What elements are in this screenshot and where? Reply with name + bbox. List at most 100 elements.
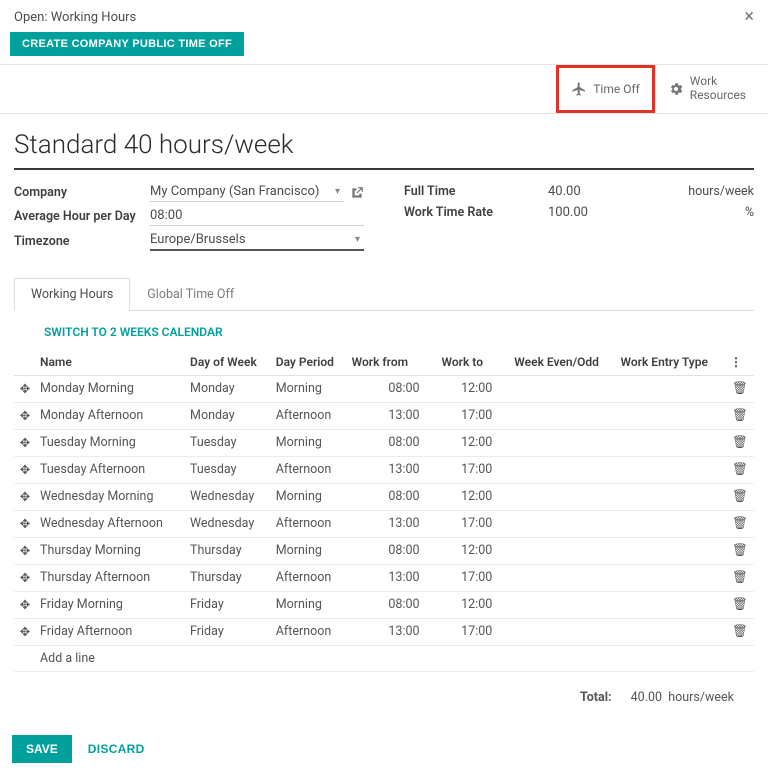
trash-icon[interactable]: 🗑	[726, 483, 754, 510]
cell-entry-type[interactable]	[617, 510, 726, 537]
cell-name[interactable]: Wednesday Afternoon	[36, 510, 186, 537]
kebab-icon[interactable]: ⋮	[726, 349, 754, 376]
cell-from[interactable]: 08:00	[348, 429, 438, 456]
cell-name[interactable]: Friday Morning	[36, 591, 186, 618]
cell-even-odd[interactable]	[510, 564, 616, 591]
timezone-field[interactable]: Europe/Brussels ▾	[150, 232, 364, 251]
cell-even-odd[interactable]	[510, 456, 616, 483]
table-row[interactable]: ✥Wednesday AfternoonWednesdayAfternoon13…	[14, 510, 754, 537]
drag-handle-icon[interactable]: ✥	[14, 537, 36, 564]
cell-name[interactable]: Monday Afternoon	[36, 402, 186, 429]
cell-even-odd[interactable]	[510, 429, 616, 456]
col-period[interactable]: Day Period	[272, 349, 348, 376]
col-name[interactable]: Name	[36, 349, 186, 376]
cell-period[interactable]: Afternoon	[272, 456, 348, 483]
drag-handle-icon[interactable]: ✥	[14, 429, 36, 456]
cell-period[interactable]: Morning	[272, 537, 348, 564]
trash-icon[interactable]: 🗑	[726, 375, 754, 402]
company-field[interactable]: My Company (San Francisco) ▾	[150, 184, 344, 202]
col-entry-type[interactable]: Work Entry Type	[617, 349, 726, 376]
cell-from[interactable]: 13:00	[348, 456, 438, 483]
cell-from[interactable]: 08:00	[348, 375, 438, 402]
cell-from[interactable]: 08:00	[348, 483, 438, 510]
cell-dow[interactable]: Thursday	[186, 564, 272, 591]
cell-name[interactable]: Monday Morning	[36, 375, 186, 402]
cell-entry-type[interactable]	[617, 564, 726, 591]
drag-handle-icon[interactable]: ✥	[14, 591, 36, 618]
trash-icon[interactable]: 🗑	[726, 429, 754, 456]
cell-name[interactable]: Tuesday Morning	[36, 429, 186, 456]
drag-handle-icon[interactable]: ✥	[14, 483, 36, 510]
col-dow[interactable]: Day of Week	[186, 349, 272, 376]
cell-to[interactable]: 17:00	[438, 456, 511, 483]
table-row[interactable]: ✥Thursday AfternoonThursdayAfternoon13:0…	[14, 564, 754, 591]
drag-handle-icon[interactable]: ✥	[14, 618, 36, 645]
drag-handle-icon[interactable]: ✥	[14, 375, 36, 402]
cell-from[interactable]: 13:00	[348, 564, 438, 591]
cell-to[interactable]: 12:00	[438, 483, 511, 510]
cell-period[interactable]: Afternoon	[272, 618, 348, 645]
col-even-odd[interactable]: Week Even/Odd	[510, 349, 616, 376]
cell-dow[interactable]: Wednesday	[186, 510, 272, 537]
table-row[interactable]: ✥Monday MorningMondayMorning08:0012:00🗑	[14, 375, 754, 402]
cell-name[interactable]: Thursday Morning	[36, 537, 186, 564]
cell-period[interactable]: Morning	[272, 591, 348, 618]
cell-period[interactable]: Afternoon	[272, 510, 348, 537]
add-line-link[interactable]: Add a line	[36, 645, 754, 671]
cell-from[interactable]: 13:00	[348, 618, 438, 645]
cell-even-odd[interactable]	[510, 537, 616, 564]
cell-dow[interactable]: Friday	[186, 591, 272, 618]
discard-button[interactable]: DISCARD	[82, 741, 151, 757]
cell-from[interactable]: 08:00	[348, 537, 438, 564]
cell-to[interactable]: 12:00	[438, 429, 511, 456]
table-row[interactable]: ✥Friday MorningFridayMorning08:0012:00🗑	[14, 591, 754, 618]
time-off-button[interactable]: Time Off	[556, 65, 655, 113]
cell-to[interactable]: 17:00	[438, 618, 511, 645]
cell-dow[interactable]: Friday	[186, 618, 272, 645]
cell-to[interactable]: 12:00	[438, 591, 511, 618]
chevron-down-icon[interactable]: ▾	[355, 234, 364, 245]
trash-icon[interactable]: 🗑	[726, 537, 754, 564]
page-title[interactable]: Standard 40 hours/week	[14, 124, 754, 170]
trash-icon[interactable]: 🗑	[726, 402, 754, 429]
trash-icon[interactable]: 🗑	[726, 591, 754, 618]
create-company-time-off-button[interactable]: CREATE COMPANY PUBLIC TIME OFF	[10, 32, 244, 56]
cell-period[interactable]: Morning	[272, 429, 348, 456]
drag-handle-icon[interactable]: ✥	[14, 456, 36, 483]
cell-entry-type[interactable]	[617, 402, 726, 429]
tab-global-time-off[interactable]: Global Time Off	[130, 278, 251, 311]
drag-handle-icon[interactable]: ✥	[14, 564, 36, 591]
cell-to[interactable]: 12:00	[438, 537, 511, 564]
table-row[interactable]: ✥Monday AfternoonMondayAfternoon13:0017:…	[14, 402, 754, 429]
cell-even-odd[interactable]	[510, 483, 616, 510]
trash-icon[interactable]: 🗑	[726, 510, 754, 537]
cell-dow[interactable]: Wednesday	[186, 483, 272, 510]
table-row[interactable]: ✥Tuesday MorningTuesdayMorning08:0012:00…	[14, 429, 754, 456]
switch-calendar-link[interactable]: SWITCH TO 2 WEEKS CALENDAR	[14, 311, 754, 349]
tab-working-hours[interactable]: Working Hours	[14, 278, 130, 311]
cell-period[interactable]: Morning	[272, 375, 348, 402]
cell-entry-type[interactable]	[617, 591, 726, 618]
table-row[interactable]: ✥Wednesday MorningWednesdayMorning08:001…	[14, 483, 754, 510]
cell-period[interactable]: Afternoon	[272, 564, 348, 591]
col-to[interactable]: Work to	[438, 349, 511, 376]
cell-period[interactable]: Morning	[272, 483, 348, 510]
cell-to[interactable]: 12:00	[438, 375, 511, 402]
table-row[interactable]: ✥Friday AfternoonFridayAfternoon13:0017:…	[14, 618, 754, 645]
col-from[interactable]: Work from	[348, 349, 438, 376]
table-row[interactable]: ✥Thursday MorningThursdayMorning08:0012:…	[14, 537, 754, 564]
cell-name[interactable]: Thursday Afternoon	[36, 564, 186, 591]
cell-even-odd[interactable]	[510, 591, 616, 618]
cell-period[interactable]: Afternoon	[272, 402, 348, 429]
cell-even-odd[interactable]	[510, 510, 616, 537]
cell-dow[interactable]: Tuesday	[186, 429, 272, 456]
trash-icon[interactable]: 🗑	[726, 618, 754, 645]
drag-handle-icon[interactable]: ✥	[14, 402, 36, 429]
cell-name[interactable]: Tuesday Afternoon	[36, 456, 186, 483]
avg-hour-field[interactable]: 08:00	[150, 208, 364, 226]
cell-entry-type[interactable]	[617, 483, 726, 510]
cell-even-odd[interactable]	[510, 618, 616, 645]
cell-dow[interactable]: Thursday	[186, 537, 272, 564]
trash-icon[interactable]: 🗑	[726, 456, 754, 483]
cell-name[interactable]: Wednesday Morning	[36, 483, 186, 510]
